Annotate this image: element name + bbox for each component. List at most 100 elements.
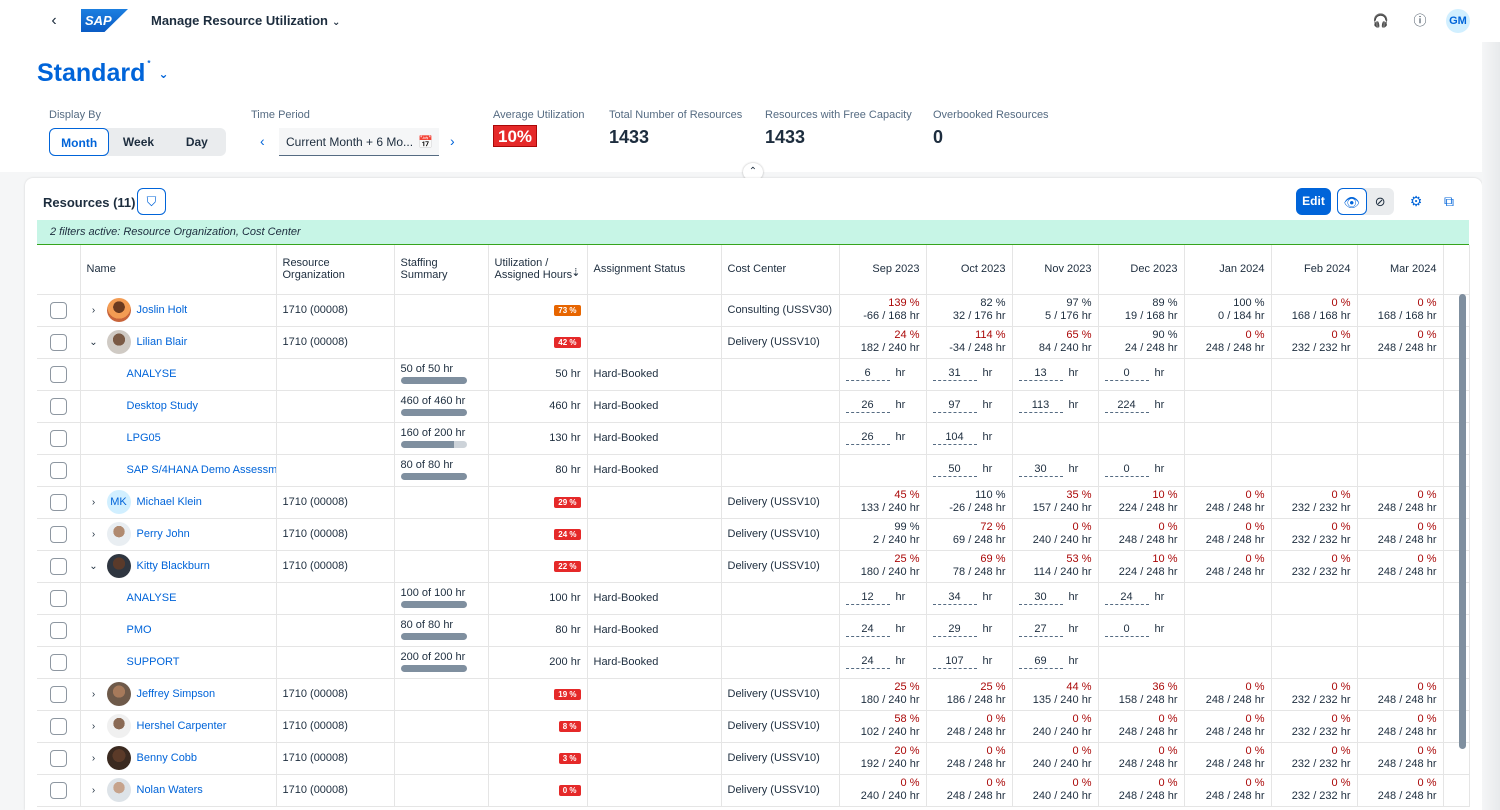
row-checkbox[interactable] [49,653,67,671]
settings-gear-icon[interactable]: ⚙ [1407,193,1425,211]
month-hours-input[interactable]: 24 [1104,591,1149,605]
month-hours-input[interactable]: 113 [1018,399,1063,413]
col-status[interactable]: Assignment Status [587,245,722,295]
sap-logo[interactable]: SAP [81,9,128,32]
row-checkbox[interactable] [49,365,67,383]
assignment-row[interactable]: LPG05 160 of 200 hr 130 hr Hard-Booked 26 hr 1… [37,422,1470,455]
resource-name-link[interactable]: Hershel Carpenter [137,720,227,732]
col-cost[interactable]: Cost Center [721,245,840,295]
row-checkbox[interactable] [49,781,67,799]
edit-button[interactable]: Edit [1296,188,1331,215]
expand-row-icon[interactable]: › [87,529,101,540]
month-hours-input[interactable]: 50 [932,463,977,477]
assignment-name-link[interactable]: PMO [127,624,152,636]
collapse-row-icon[interactable]: ⌄ [87,337,101,348]
expand-row-icon[interactable]: › [87,721,101,732]
user-avatar[interactable]: GM [1446,9,1470,33]
next-period-icon[interactable]: › [450,133,455,149]
assignment-name-link[interactable]: ANALYSE [127,592,177,604]
assignment-name-link[interactable]: LPG05 [127,432,161,444]
assignment-name-link[interactable]: SAP S/4HANA Demo Assessm [127,464,276,476]
resource-name-link[interactable]: Joslin Holt [137,304,188,316]
resource-name-link[interactable]: Lilian Blair [137,336,188,348]
month-hours-input[interactable]: 0 [1104,623,1149,637]
show-icon[interactable]: 👁 [1337,188,1367,215]
expand-row-icon[interactable]: › [87,689,101,700]
row-checkbox[interactable] [49,397,67,415]
segment-day[interactable]: Day [168,128,226,156]
month-hours-input[interactable]: 97 [932,399,977,413]
month-hours-input[interactable]: 0 [1104,367,1149,381]
col-month[interactable]: Jan 2024 [1184,245,1272,295]
expand-row-icon[interactable]: › [87,785,101,796]
month-hours-input[interactable]: 30 [1018,463,1063,477]
resource-row[interactable]: › Jeffrey Simpson 1710 (00008) 19 % Delivery… [37,678,1470,711]
month-hours-input[interactable]: 24 [845,655,890,669]
month-hours-input[interactable]: 69 [1018,655,1063,669]
row-checkbox[interactable] [49,525,67,543]
assignment-row[interactable]: Desktop Study 460 of 460 hr 460 hr Hard-Boo… [37,390,1470,423]
resource-name-link[interactable]: Perry John [137,528,190,540]
row-checkbox[interactable] [49,557,67,575]
resource-name-link[interactable]: Michael Klein [137,496,202,508]
segment-month[interactable]: Month [49,128,110,156]
app-title-menu[interactable]: Manage Resource Utilization ⌄ [151,13,340,28]
segment-week[interactable]: Week [109,128,167,156]
col-month[interactable]: Mar 2024 [1357,245,1444,295]
assignment-name-link[interactable]: SUPPORT [127,656,180,668]
row-checkbox[interactable] [49,749,67,767]
assignment-row[interactable]: ANALYSE 50 of 50 hr 50 hr Hard-Booked 6 hr 31 h… [37,358,1470,391]
assignment-name-link[interactable]: ANALYSE [127,368,177,380]
vertical-scrollbar[interactable] [1459,294,1466,749]
month-hours-input[interactable]: 13 [1018,367,1063,381]
row-checkbox[interactable] [49,493,67,511]
month-hours-input[interactable]: 104 [932,431,977,445]
col-org[interactable]: Resource Organization [276,245,395,295]
month-hours-input[interactable]: 107 [932,655,977,669]
hide-icon[interactable]: ⊘ [1367,188,1395,215]
expand-row-icon[interactable]: › [87,497,101,508]
assignment-row[interactable]: SUPPORT 200 of 200 hr 200 hr Hard-Booked 24 h… [37,646,1470,679]
col-name[interactable]: Name [80,245,277,295]
month-hours-input[interactable]: 29 [932,623,977,637]
row-checkbox[interactable] [49,589,67,607]
resource-row[interactable]: › MK Michael Klein 1710 (00008) 29 % Delivery… [37,486,1470,519]
month-hours-input[interactable]: 31 [932,367,977,381]
collapse-row-icon[interactable]: ⌄ [87,561,101,572]
row-checkbox[interactable] [49,333,67,351]
filter-button[interactable]: ⛉ [137,188,166,215]
col-util[interactable]: Utilization / Assigned Hours ⇣ [488,245,588,295]
resource-row[interactable]: › Joslin Holt 1710 (00008) 73 % Consulting (… [37,294,1470,327]
col-month[interactable]: Nov 2023 [1012,245,1099,295]
previous-period-icon[interactable]: ‹ [260,133,265,149]
month-hours-input[interactable]: 24 [845,623,890,637]
month-hours-input[interactable]: 34 [932,591,977,605]
month-hours-input[interactable]: 6 [845,367,890,381]
month-hours-input[interactable]: 0 [1104,463,1149,477]
help-icon[interactable]: ⓘ [1411,12,1429,30]
month-hours-input[interactable]: 26 [845,399,890,413]
month-hours-input[interactable]: 224 [1104,399,1149,413]
variant-selector[interactable]: Standard * ⌄ [37,59,169,88]
col-month[interactable]: Dec 2023 [1098,245,1185,295]
resource-name-link[interactable]: Kitty Blackburn [137,560,210,572]
export-icon[interactable]: ⧉ [1440,193,1458,211]
resource-row[interactable]: ⌄ Lilian Blair 1710 (00008) 42 % Delivery (U… [37,326,1470,359]
month-hours-input[interactable]: 30 [1018,591,1063,605]
headset-icon[interactable]: 🎧 [1372,12,1390,30]
expand-row-icon[interactable]: › [87,753,101,764]
assignment-row[interactable]: PMO 80 of 80 hr 80 hr Hard-Booked 24 hr 29 hr 27… [37,614,1470,647]
col-staffing[interactable]: Staffing Summary [394,245,489,295]
row-checkbox[interactable] [49,621,67,639]
assignment-row[interactable]: SAP S/4HANA Demo Assessm 80 of 80 hr 80 hr… [37,454,1470,487]
resource-name-link[interactable]: Benny Cobb [137,752,198,764]
month-hours-input[interactable]: 12 [845,591,890,605]
resource-row[interactable]: › Nolan Waters 1710 (00008) 0 % Delivery (US… [37,774,1470,807]
resource-row[interactable]: › Benny Cobb 1710 (00008) 3 % Delivery (USSV… [37,742,1470,775]
time-period-input[interactable]: Current Month + 6 Mo... 📅 [279,128,439,156]
col-month[interactable]: Oct 2023 [926,245,1013,295]
calendar-icon[interactable]: 📅 [418,128,433,156]
assignment-name-link[interactable]: Desktop Study [127,400,199,412]
month-hours-input[interactable]: 27 [1018,623,1063,637]
col-month[interactable]: Sep 2023 [838,245,927,295]
